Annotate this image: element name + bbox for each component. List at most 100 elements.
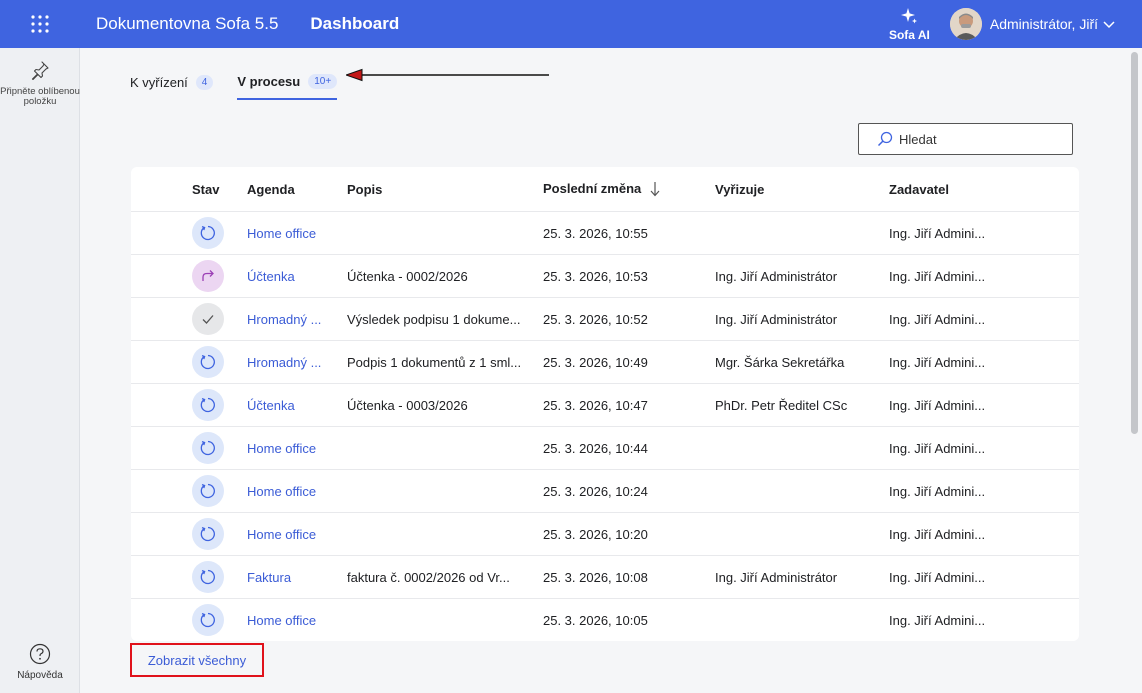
pin-label: Připněte oblíbenou položku <box>0 86 80 107</box>
status-cell <box>131 604 247 636</box>
status-badge <box>192 346 224 378</box>
status-badge <box>192 303 224 335</box>
requester-cell: Ing. Jiří Admini... <box>889 440 986 456</box>
last-change-cell: 25. 3. 2026, 10:44 <box>543 440 648 456</box>
agenda-link[interactable]: Hromadný ... <box>247 312 347 327</box>
agenda-link[interactable]: Home office <box>247 613 347 628</box>
status-badge <box>192 561 224 593</box>
status-badge <box>192 432 224 464</box>
tab-label: V procesu <box>237 73 301 89</box>
forward-icon <box>202 270 214 281</box>
count-badge: 4 <box>195 74 214 90</box>
agenda-link[interactable]: Home office <box>247 441 347 456</box>
last-change-cell: 25. 3. 2026, 10:05 <box>543 612 648 628</box>
agenda-link[interactable]: Hromadný ... <box>247 355 347 370</box>
assignee-cell: Mgr. Šárka Sekretářka <box>715 354 845 370</box>
status-cell <box>131 260 247 292</box>
table-row[interactable]: Hromadný ... Podpis 1 dokumentů z 1 sml..… <box>131 340 1079 383</box>
last-change-cell: 25. 3. 2026, 10:55 <box>543 225 648 241</box>
tab-k-vyrizeni[interactable]: K vyřízení 4 <box>130 64 214 100</box>
search-box[interactable] <box>858 123 1073 155</box>
table-row[interactable]: Home office 25. 3. 2026, 10:24 Ing. Jiří A… <box>131 469 1079 512</box>
in-progress-icon <box>200 440 215 456</box>
help-icon <box>29 643 51 665</box>
agenda-link[interactable]: Home office <box>247 484 347 499</box>
status-cell <box>131 518 247 550</box>
assignee-cell: Ing. Jiří Administrátor <box>715 569 838 585</box>
help-label: Nápověda <box>17 670 63 681</box>
column-header-zadavatel[interactable]: Zadavatel <box>889 182 1079 197</box>
search-input[interactable] <box>899 131 1059 147</box>
scrollbar[interactable] <box>1131 52 1138 434</box>
avatar <box>949 8 982 40</box>
sidebar: Připněte oblíbenou položku Nápověda <box>0 48 80 693</box>
search-icon <box>877 131 893 147</box>
table-row[interactable]: Hromadný ... Výsledek podpisu 1 dokume...… <box>131 297 1079 340</box>
column-header-posledni-zmena[interactable]: Poslední změna <box>543 181 715 198</box>
column-header-agenda[interactable]: Agenda <box>247 182 347 197</box>
requester-cell: Ing. Jiří Admini... <box>889 526 986 542</box>
column-header-stav[interactable]: Stav <box>131 182 247 197</box>
status-badge <box>192 518 224 550</box>
status-cell <box>131 346 247 378</box>
table-row[interactable]: Účtenka Účtenka - 0003/2026 25. 3. 2026, 1… <box>131 383 1079 426</box>
table-row[interactable]: Home office 25. 3. 2026, 10:20 Ing. Jiří A… <box>131 512 1079 555</box>
last-change-cell: 25. 3. 2026, 10:52 <box>543 311 648 327</box>
annotation-arrow-icon <box>346 68 549 82</box>
agenda-link[interactable]: Home office <box>247 527 347 542</box>
status-cell <box>131 217 247 249</box>
status-badge <box>192 217 224 249</box>
pin-icon <box>31 61 49 81</box>
table-body: Home office 25. 3. 2026, 10:55 Ing. Jiří A… <box>131 211 1079 641</box>
column-header-vyrizuje[interactable]: Vyřizuje <box>715 182 889 197</box>
last-change-cell: 25. 3. 2026, 10:53 <box>543 268 648 284</box>
in-progress-icon <box>200 397 215 413</box>
agenda-link[interactable]: Home office <box>247 226 347 241</box>
in-progress-icon <box>200 612 215 628</box>
requester-cell: Ing. Jiří Admini... <box>889 397 986 413</box>
count-badge: 10+ <box>308 73 338 89</box>
tab-v-procesu[interactable]: V procesu 10+ <box>237 64 338 100</box>
table-row[interactable]: Home office 25. 3. 2026, 10:55 Ing. Jiří A… <box>131 211 1079 254</box>
page-title: Dashboard <box>310 14 400 33</box>
assignee-cell: Ing. Jiří Administrátor <box>715 268 838 284</box>
top-bar: Dokumentovna Sofa 5.5 Dashboard Sofa AI … <box>0 0 1142 48</box>
requester-cell: Ing. Jiří Admini... <box>889 268 986 284</box>
agenda-link[interactable]: Faktura <box>247 570 347 585</box>
last-change-cell: 25. 3. 2026, 10:20 <box>543 526 648 542</box>
column-header-popis[interactable]: Popis <box>347 182 543 197</box>
table-row[interactable]: Home office 25. 3. 2026, 10:44 Ing. Jiří A… <box>131 426 1079 469</box>
app-name[interactable]: Dokumentovna Sofa 5.5 <box>96 14 278 34</box>
tab-label: K vyřízení <box>130 74 188 90</box>
process-table: Stav Agenda Popis Poslední změna Vyřizuj… <box>131 167 1079 641</box>
status-badge <box>192 260 224 292</box>
user-menu[interactable]: Administrátor, Jiří <box>949 8 1116 40</box>
status-cell <box>131 389 247 421</box>
sofa-ai-button[interactable]: Sofa AI <box>889 6 930 42</box>
table-row[interactable]: Faktura faktura č. 0002/2026 od Vr... 25. … <box>131 555 1079 598</box>
sparkle-icon <box>901 8 918 24</box>
requester-cell: Ing. Jiří Admini... <box>889 483 986 499</box>
grid-icon <box>31 15 49 33</box>
sofa-ai-label: Sofa AI <box>888 28 930 42</box>
help-button[interactable]: Nápověda <box>0 643 80 681</box>
in-progress-icon <box>200 354 215 370</box>
agenda-link[interactable]: Účtenka <box>247 398 347 413</box>
status-cell <box>131 303 247 335</box>
pin-favorite-button[interactable]: Připněte oblíbenou položku <box>0 60 80 107</box>
table-row[interactable]: Účtenka Účtenka - 0002/2026 25. 3. 2026, 1… <box>131 254 1079 297</box>
in-progress-icon <box>200 225 215 241</box>
last-change-cell: 25. 3. 2026, 10:24 <box>543 483 648 499</box>
requester-cell: Ing. Jiří Admini... <box>889 311 986 327</box>
popis-cell: Účtenka - 0002/2026 <box>347 268 468 284</box>
popis-cell: Účtenka - 0003/2026 <box>347 397 468 413</box>
agenda-link[interactable]: Účtenka <box>247 269 347 284</box>
app-launcher-button[interactable] <box>0 0 80 48</box>
requester-cell: Ing. Jiří Admini... <box>889 225 986 241</box>
last-change-cell: 25. 3. 2026, 10:08 <box>543 569 648 585</box>
assignee-cell: Ing. Jiří Administrátor <box>715 311 838 327</box>
in-progress-icon <box>200 569 215 585</box>
user-name: Administrátor, Jiří <box>989 16 1098 32</box>
show-all-link[interactable]: Zobrazit všechny <box>130 643 264 677</box>
table-row[interactable]: Home office 25. 3. 2026, 10:05 Ing. Jiří A… <box>131 598 1079 641</box>
